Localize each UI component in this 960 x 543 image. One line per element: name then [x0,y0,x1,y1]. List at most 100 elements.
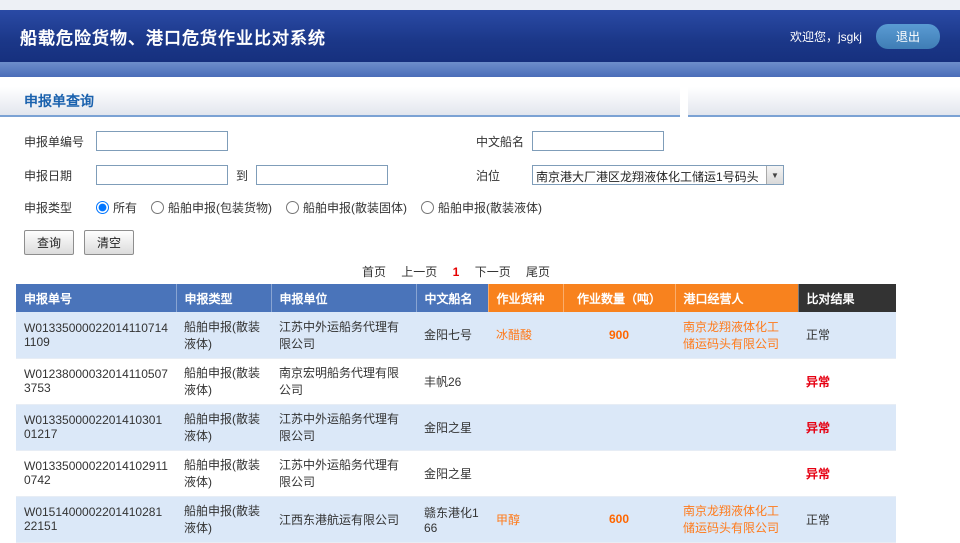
radio-all[interactable] [96,201,109,214]
table-row: W013350000220141029110742 船舶申报(散装液体) 江苏中… [16,450,896,496]
cell-port-operator [675,358,798,404]
radio-item-bulk-solid[interactable]: 船舶申报(散装固体) [286,199,407,216]
app-header: 船载危险货物、港口危货作业比对系统 欢迎您，jsgkj 退出 [0,10,960,62]
cell-declaration-type: 船舶申报(散装液体) [176,496,271,542]
radio-bulk-liquid-label: 船舶申报(散装液体) [438,199,542,216]
form-row-2: 申报日期 到 泊位 南京港大厂港区龙翔液体化工储运1号码头 ▼ [24,165,936,185]
cell-ship-name: 金阳七号 [416,312,488,358]
header-port-operator: 港口经营人 [675,284,798,312]
section-bar: 申报单查询 [0,87,960,117]
date-range-group: 申报日期 到 [24,165,476,185]
radio-item-packaged[interactable]: 船舶申报(包装货物) [151,199,272,216]
sub-nav-strip [0,62,960,77]
cell-declaration-no: W013350000220141029110742 [16,450,176,496]
cell-declaration-type: 船舶申报(散装液体) [176,312,271,358]
query-form: 申报单编号 中文船名 申报日期 到 泊位 南京港大厂港区龙翔液体化工储运1号码头… [0,117,960,255]
cell-cargo-type [488,450,563,496]
results-table: 申报单号 申报类型 申报单位 中文船名 作业货种 作业数量（吨） 港口经营人 比… [16,284,897,543]
berth-label: 泊位 [476,167,532,184]
date-from-input[interactable] [96,165,228,185]
cell-quantity: 900 [563,312,675,358]
table-row: W013350000220141107141109 船舶申报(散装液体) 江苏中… [16,312,896,358]
header-declaration-type: 申报类型 [176,284,271,312]
cell-ship-name: 金阳之星 [416,450,488,496]
radio-bulk-solid[interactable] [286,201,299,214]
clear-button[interactable]: 清空 [84,230,134,255]
cell-cargo-type: 甲醇 [488,496,563,542]
cell-declaration-unit: 江西东港航运有限公司 [271,496,416,542]
logout-button[interactable]: 退出 [876,24,940,49]
table-row: W012380000320141105073753 船舶申报(散装液体) 南京宏… [16,358,896,404]
cell-quantity [563,404,675,450]
cell-declaration-unit: 江苏中外运船务代理有限公司 [271,450,416,496]
cell-port-operator [675,404,798,450]
cell-quantity [563,358,675,404]
radio-all-label: 所有 [113,199,137,216]
cell-declaration-unit: 南京宏明船务代理有限公司 [271,358,416,404]
cell-port-operator: 南京龙翔液体化工储运码头有限公司 [675,312,798,358]
form-buttons: 查询 清空 [24,230,936,255]
header-quantity: 作业数量（吨） [563,284,675,312]
berth-group: 泊位 南京港大厂港区龙翔液体化工储运1号码头 ▼ [476,165,784,185]
cell-compare-result: 异常 [798,358,896,404]
form-row-3: 申报类型 所有 船舶申报(包装货物) 船舶申报(散装固体) 船舶申报(散装液体) [24,199,936,216]
header-ship-name: 中文船名 [416,284,488,312]
header-declaration-no: 申报单号 [16,284,176,312]
pagination-first[interactable]: 首页 [362,265,386,279]
radio-bulk-solid-label: 船舶申报(散装固体) [303,199,407,216]
radio-packaged[interactable] [151,201,164,214]
cell-ship-name: 丰帆26 [416,358,488,404]
cell-declaration-type: 船舶申报(散装液体) [176,404,271,450]
cell-cargo-type [488,404,563,450]
table-row: W015140000220141028122151 船舶申报(散装液体) 江西东… [16,496,896,542]
table-header-row: 申报单号 申报类型 申报单位 中文船名 作业货种 作业数量（吨） 港口经营人 比… [16,284,896,312]
cell-compare-result: 异常 [798,450,896,496]
pagination-current-page: 1 [453,265,460,279]
welcome-text: 欢迎您，jsgkj [790,28,862,45]
header-cargo-type: 作业货种 [488,284,563,312]
header-compare-result: 比对结果 [798,284,896,312]
cell-declaration-no: W012380000320141105073753 [16,358,176,404]
app-title: 船载危险货物、港口危货作业比对系统 [20,24,326,49]
radio-packaged-label: 船舶申报(包装货物) [168,199,272,216]
ship-name-input[interactable] [532,131,664,151]
top-gap [0,0,960,10]
form-row-1: 申报单编号 中文船名 [24,131,936,151]
radio-item-bulk-liquid[interactable]: 船舶申报(散装液体) [421,199,542,216]
pagination: 首页 上一页 1 下一页 尾页 [16,263,896,280]
table-row: W013350000220141030101217 船舶申报(散装液体) 江苏中… [16,404,896,450]
declaration-no-input[interactable] [96,131,228,151]
pagination-next[interactable]: 下一页 [475,265,511,279]
cell-declaration-no: W013350000220141107141109 [16,312,176,358]
cell-quantity [563,450,675,496]
cell-declaration-unit: 江苏中外运船务代理有限公司 [271,404,416,450]
cell-cargo-type [488,358,563,404]
pagination-prev[interactable]: 上一页 [401,265,437,279]
date-to-input[interactable] [256,165,388,185]
chevron-down-icon[interactable]: ▼ [766,166,783,184]
ship-name-label: 中文船名 [476,133,532,150]
cell-declaration-unit: 江苏中外运船务代理有限公司 [271,312,416,358]
date-label: 申报日期 [24,167,96,184]
cell-compare-result: 异常 [798,404,896,450]
berth-select[interactable]: 南京港大厂港区龙翔液体化工储运1号码头 ▼ [532,165,784,185]
cell-declaration-type: 船舶申报(散装液体) [176,450,271,496]
declaration-no-group: 申报单编号 [24,131,476,151]
cell-cargo-type: 冰醋酸 [488,312,563,358]
cell-ship-name: 赣东港化166 [416,496,488,542]
pagination-last[interactable]: 尾页 [526,265,550,279]
cell-declaration-no: W015140000220141028122151 [16,496,176,542]
section-seg-right [688,87,960,117]
header-declaration-unit: 申报单位 [271,284,416,312]
radio-item-all[interactable]: 所有 [96,199,137,216]
declaration-no-label: 申报单编号 [24,133,96,150]
type-label: 申报类型 [24,199,96,216]
ship-name-group: 中文船名 [476,131,664,151]
cell-port-operator: 南京龙翔液体化工储运码头有限公司 [675,496,798,542]
radio-bulk-liquid[interactable] [421,201,434,214]
cell-declaration-type: 船舶申报(散装液体) [176,358,271,404]
query-button[interactable]: 查询 [24,230,74,255]
cell-port-operator [675,450,798,496]
cell-compare-result: 正常 [798,312,896,358]
cell-declaration-no: W013350000220141030101217 [16,404,176,450]
